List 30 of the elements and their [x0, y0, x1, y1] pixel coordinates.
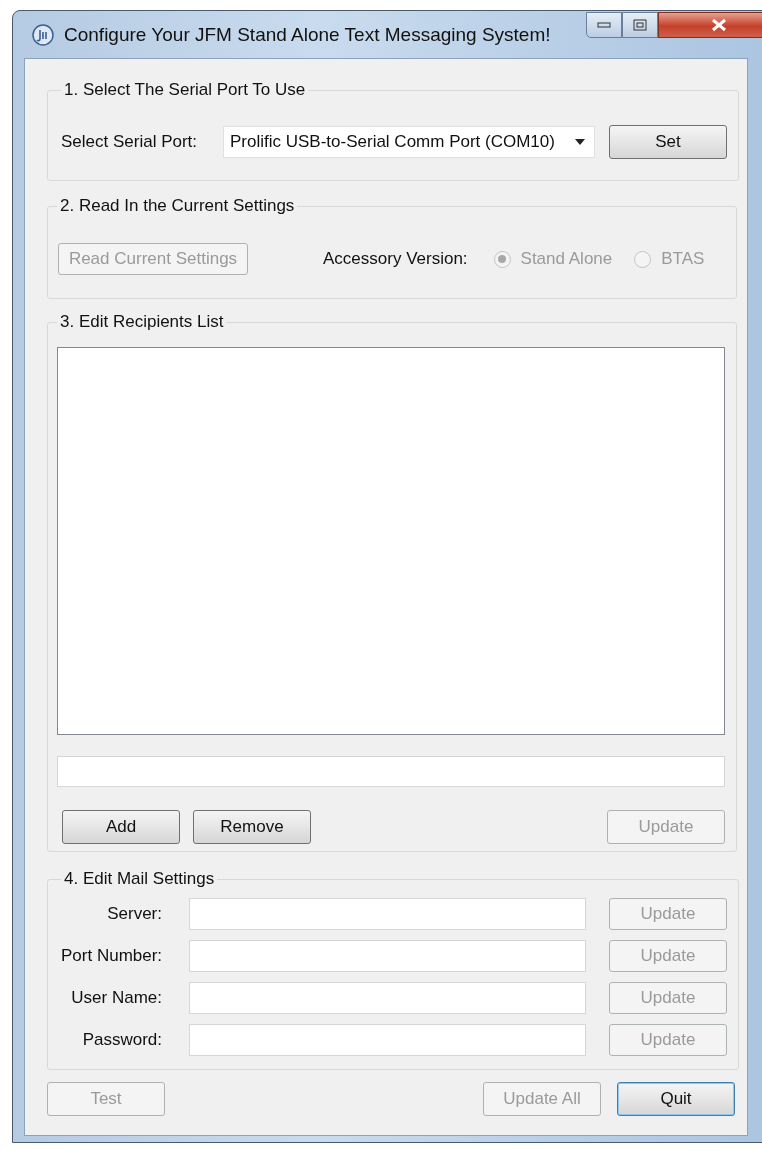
push-button[interactable]: Remove: [193, 810, 311, 844]
window-title: Configure Your JFM Stand Alone Text Messaging System!: [64, 23, 551, 46]
recipients-list[interactable]: [57, 347, 725, 735]
input-field[interactable]: [189, 1024, 586, 1056]
default-button[interactable]: Quit: [617, 1082, 735, 1116]
serial-port-dropdown[interactable]: Prolific USB-to-Serial Comm Port (COM10): [223, 126, 595, 158]
section-title: 1. Select The Serial Port To Use: [63, 81, 307, 99]
input-field[interactable]: [189, 982, 586, 1014]
input-field[interactable]: [57, 756, 725, 787]
close-icon: [711, 18, 727, 32]
caret-icon: [574, 138, 586, 146]
section-title: 2. Read In the Current Settings: [59, 197, 296, 215]
field-label: Select Serial Port:: [61, 132, 199, 152]
close-button[interactable]: [658, 12, 762, 38]
minimize-icon: [597, 21, 611, 29]
section-title: 3. Edit Recipients List: [59, 313, 225, 331]
input-field[interactable]: [189, 898, 586, 930]
field-label: Port Number:: [61, 946, 162, 966]
field-label: Server:: [106, 904, 162, 924]
app-logo-icon: [32, 23, 54, 46]
input-field[interactable]: [189, 940, 586, 972]
minimize-button[interactable]: [586, 12, 622, 38]
field-label: Accessory Version:: [323, 249, 468, 269]
field-label: User Name:: [70, 988, 162, 1008]
section-title: 4. Edit Mail Settings: [63, 870, 216, 888]
push-button[interactable]: Add: [62, 810, 180, 844]
field-label: Password:: [81, 1030, 162, 1050]
set-button[interactable]: Set: [609, 125, 727, 159]
maximize-icon: [633, 19, 647, 31]
maximize-button[interactable]: [622, 12, 658, 38]
